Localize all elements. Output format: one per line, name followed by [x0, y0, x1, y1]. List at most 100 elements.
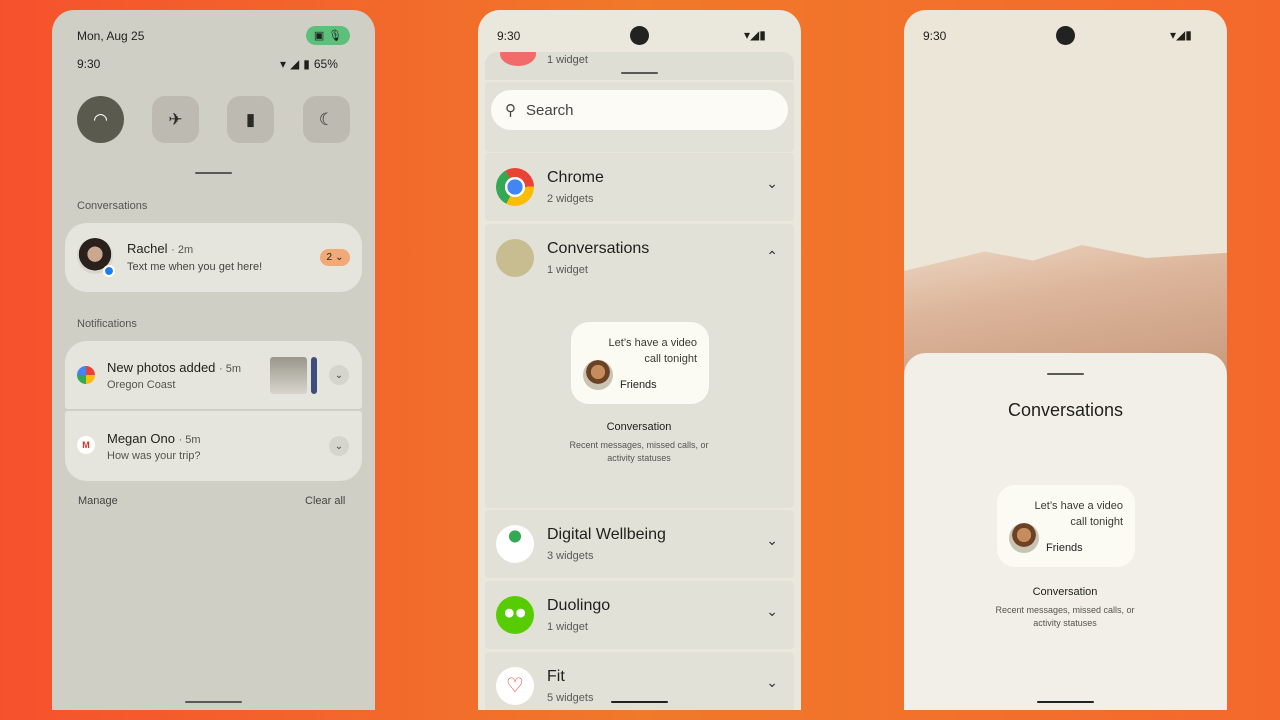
chevron-down-icon[interactable]: ⌄: [766, 674, 778, 691]
time: 5m: [225, 363, 242, 375]
battery-percent: 65%: [313, 57, 338, 71]
date: Mon, Aug 25: [77, 29, 145, 43]
widget-count: 5 widgets: [547, 692, 594, 704]
drag-handle[interactable]: [1047, 373, 1084, 375]
expand-button[interactable]: ⌄: [329, 436, 349, 456]
conversations-label: Conversations: [77, 200, 148, 212]
count: 2: [326, 252, 333, 263]
drag-handle[interactable]: [195, 172, 232, 174]
search-placeholder: Search: [526, 101, 574, 119]
text: Oregon Coast: [107, 379, 176, 391]
airplane-icon: ✈: [168, 109, 183, 129]
title: New photos added: [107, 360, 216, 375]
camera-icon: ▣: [313, 30, 325, 42]
gmail-icon: M: [77, 436, 95, 454]
photo-thumbnail: [311, 357, 317, 394]
widget-count: 3 widgets: [547, 550, 594, 562]
list-item-partial[interactable]: 1 widget: [485, 52, 794, 80]
time: 5m: [185, 434, 201, 446]
battery-saver-icon: ▮: [245, 109, 256, 129]
expand-badge[interactable]: 2 ⌄: [320, 249, 350, 266]
digital-wellbeing-icon: [496, 525, 534, 563]
list-item-chrome[interactable]: Chrome 2 widgets ⌄: [485, 153, 794, 221]
chevron-down-icon: ⌄: [335, 252, 344, 263]
sheet-title: Conversations: [1007, 400, 1124, 420]
widget-count: 2 widgets: [547, 193, 594, 205]
search-input[interactable]: ⚲ Search: [491, 90, 788, 130]
dark-mode-icon: ☾: [318, 109, 335, 129]
chevron-down-icon[interactable]: ⌄: [766, 175, 778, 192]
battery-icon: ▮: [1185, 28, 1192, 42]
notifications-label: Notifications: [77, 318, 137, 330]
nav-handle[interactable]: [185, 701, 242, 703]
duolingo-icon: [496, 596, 534, 634]
dark-mode-tile[interactable]: ☾: [303, 96, 350, 143]
google-photos-icon: [77, 366, 95, 384]
clock: 9:30: [77, 57, 101, 71]
drag-handle[interactable]: [621, 72, 658, 74]
app-name: Digital Wellbeing: [547, 526, 666, 543]
widget-message: Let’s have a video call tonight: [608, 337, 697, 365]
conversations-icon: [496, 239, 534, 277]
chevron-down-icon: ⌄: [334, 369, 344, 381]
app-name: Duolingo: [547, 597, 611, 614]
chevron-down-icon: ⌄: [334, 440, 344, 452]
avatar: [1009, 523, 1039, 553]
privacy-indicator[interactable]: ▣ 🎙: [306, 26, 350, 45]
widget-count: 1 widget: [547, 264, 588, 276]
battery-saver-tile[interactable]: ▮: [227, 96, 274, 143]
battery-icon: ▮: [303, 57, 310, 71]
app-name: Fit: [547, 668, 565, 685]
widget-description: Recent messages, missed calls, or activi…: [569, 440, 709, 463]
text: How was your trip?: [107, 450, 201, 462]
widget-message: Let’s have a video call tonight: [1034, 500, 1123, 528]
wifi-icon: ▾: [280, 57, 287, 71]
chevron-down-icon[interactable]: ⌄: [766, 532, 778, 549]
widget-contact: Friends: [620, 379, 657, 391]
status-icons: ▾◢▮: [744, 28, 766, 42]
widget-contact: Friends: [1046, 542, 1083, 554]
status-icons: ▾◢▮: [1170, 28, 1192, 42]
notification-gmail[interactable]: M Megan Ono · 5m How was your trip? ⌄: [65, 411, 362, 481]
widget-description: Recent messages, missed calls, or activi…: [995, 605, 1135, 628]
app-icon: [500, 52, 536, 66]
fit-icon: ♡: [496, 667, 534, 705]
notification-photos[interactable]: New photos added · 5m Oregon Coast ⌄: [65, 341, 362, 409]
time: 2m: [177, 244, 194, 256]
airplane-tile[interactable]: ✈: [152, 96, 199, 143]
manage-button[interactable]: Manage: [78, 495, 118, 507]
chevron-up-icon[interactable]: ⌃: [766, 248, 778, 265]
chrome-icon: [496, 168, 534, 206]
list-item-digital-wellbeing[interactable]: Digital Wellbeing 3 widgets ⌄: [485, 510, 794, 578]
search-icon: ⚲: [505, 102, 516, 119]
camera-cutout: [630, 26, 649, 45]
app-name: Conversations: [547, 240, 650, 257]
conversation-widget[interactable]: Let’s have a video call tonight Friends: [997, 485, 1135, 567]
messenger-icon: [103, 265, 115, 277]
nav-handle[interactable]: [611, 701, 668, 703]
nav-handle[interactable]: [1037, 701, 1094, 703]
message: Text me when you get here!: [127, 261, 263, 273]
signal-icon: ◢: [1176, 28, 1186, 42]
wifi-tile[interactable]: ◠: [77, 96, 124, 143]
conversation-widget-preview[interactable]: Let’s have a video call tonight Friends: [571, 322, 709, 404]
notification-shade-screen: Mon, Aug 25 ▣ 🎙 9:30 ▾ ◢ ▮ 65% ◠ ✈ ▮ ☾ Conve…: [52, 10, 375, 710]
camera-cutout: [1056, 26, 1075, 45]
list-item-duolingo[interactable]: Duolingo 1 widget ⌄: [485, 581, 794, 649]
photo-thumbnail: [270, 357, 307, 394]
signal-icon: ◢: [750, 28, 760, 42]
avatar: [583, 360, 613, 390]
clock: 9:30: [497, 29, 521, 43]
widget-picker-screen: 9:30 ▾◢▮ 1 widget ⚲ Search Chrome 2 widget…: [478, 10, 801, 710]
list-item-conversations[interactable]: Conversations 1 widget ⌃ Let’s have a vide…: [485, 224, 794, 508]
wifi-icon: ◠: [93, 109, 108, 129]
bottom-sheet: Conversations Let’s have a video call to…: [904, 353, 1227, 710]
clear-all-button[interactable]: Clear all: [305, 495, 345, 507]
expand-button[interactable]: ⌄: [329, 365, 349, 385]
widget-title: Conversation: [1032, 586, 1098, 598]
widget-count: 1 widget: [547, 621, 588, 633]
chevron-down-icon[interactable]: ⌄: [766, 603, 778, 620]
mic-icon: 🎙: [328, 30, 343, 42]
app-name: Chrome: [547, 169, 604, 186]
conversation-notification[interactable]: Rachel · 2m Text me when you get here! 2…: [65, 223, 362, 292]
